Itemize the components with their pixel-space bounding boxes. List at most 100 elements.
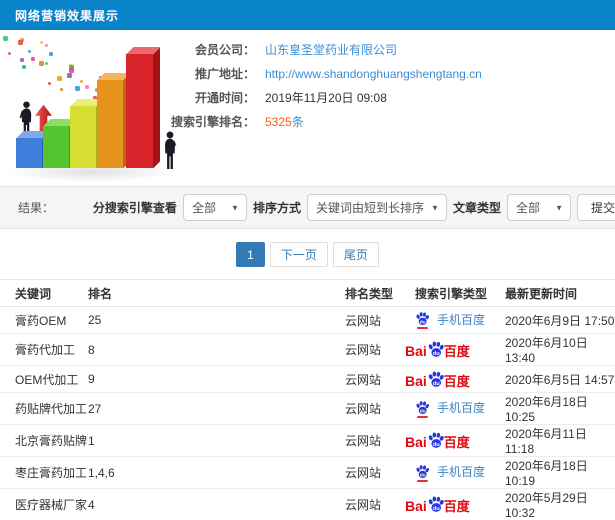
keyword-cell: 医疗器械厂家 [0, 488, 88, 520]
baidu-logo-cn: 百度 [443, 373, 470, 389]
confetti-dot [60, 87, 64, 91]
header-row: 关键词 排名 排名类型 搜索引擎类型 最新更新时间 [0, 279, 615, 307]
rank-cell[interactable]: 8 [88, 333, 345, 366]
engine-select[interactable]: 全部 ▼ [182, 194, 247, 221]
rank-type-cell: 云网站 [345, 392, 415, 425]
col-keyword: 关键词 [0, 279, 88, 307]
updated-cell: 2020年6月10日 13:40 [505, 333, 615, 366]
rank-cell[interactable]: 4 [88, 488, 345, 520]
article-type-select-value: 全部 [515, 201, 540, 215]
baidu-logo: Bai du 百度 [405, 340, 470, 358]
rank-cell[interactable]: 25 [88, 306, 345, 334]
keyword-cell: 药贴牌代加工 [0, 392, 88, 425]
confetti-dot [31, 56, 36, 61]
rank-cell[interactable]: 1 [88, 424, 345, 457]
engine-cell: du 手机百度 [415, 392, 505, 425]
confetti-dot [75, 86, 81, 92]
confetti-dot [85, 85, 90, 90]
results-table-header: 关键词 排名 排名类型 搜索引擎类型 最新更新时间 [0, 279, 615, 307]
rank-cell[interactable]: 27 [88, 392, 345, 425]
updated-cell: 2020年6月18日 10:25 [505, 392, 615, 425]
confetti-dot [18, 39, 24, 45]
baidu-logo-bai: Bai [405, 372, 427, 389]
col-updated: 最新更新时间 [505, 279, 615, 307]
baidu-paw-icon: du [428, 496, 444, 512]
info-row-rank-count: 搜索引擎排名： 5325 条 [167, 110, 615, 133]
info-section: 会员公司： 山东皇圣堂药业有限公司 推广地址： http://www.shand… [0, 30, 615, 186]
confetti-dot [48, 82, 52, 86]
open-time-label: 开通时间： [194, 91, 255, 105]
mobile-baidu-label: du 手机百度 [415, 399, 486, 418]
mobile-baidu-text: 手机百度 [437, 465, 486, 480]
mobile-baidu-label: du 手机百度 [415, 463, 486, 482]
baidu-paw-icon: du [428, 341, 444, 357]
engine-cell: Bai du 百度 [405, 424, 505, 457]
table-row: 膏药代加工 8 云网站 Bai du 百度 2020年6月10日 13:40 [0, 333, 615, 366]
rank-type-cell: 云网站 [345, 306, 415, 334]
pagination: 1 下一页 尾页 [0, 242, 615, 267]
mobile-baidu-underline [417, 415, 428, 418]
results-tbody: 膏药OEM 25 云网站 du 手机百度 2020年6月9日 17:50 膏药代加工 8 云网站… [0, 306, 615, 520]
company-link[interactable]: 山东皇圣堂药业有限公司 [265, 41, 397, 58]
rank-type-cell: 云网站 [345, 456, 415, 489]
sort-filter-label: 排序方式 [252, 201, 301, 215]
last-page-button[interactable]: 尾页 [332, 242, 379, 267]
baidu-logo: Bai du 百度 [405, 495, 470, 513]
mobile-baidu-label: du 手机百度 [415, 311, 485, 330]
keyword-cell: 枣庄膏药加工 [0, 456, 88, 489]
baidu-paw-icon: du [428, 432, 444, 448]
engine-cell: du 手机百度 [415, 306, 505, 334]
open-time-value: 2019年11月20日 09:08 [265, 91, 387, 105]
mobile-baidu-underline [417, 479, 428, 482]
baidu-logo-cn: 百度 [443, 344, 470, 359]
svg-text:du: du [432, 442, 440, 448]
svg-text:du: du [420, 472, 426, 478]
keyword-cell: 北京膏药贴牌 [0, 424, 88, 457]
table-row: OEM代加工 9 云网站 Bai du 百度 2020年6月5日 14:57 [0, 365, 615, 393]
confetti-dot [20, 58, 25, 63]
baidu-paw-icon: du [428, 371, 444, 386]
table-row: 膏药OEM 25 云网站 du 手机百度 2020年6月9日 17:50 [0, 306, 615, 334]
confetti-dot [66, 73, 72, 79]
svg-text:du: du [420, 408, 426, 414]
rank-cell[interactable]: 9 [88, 365, 345, 393]
sort-select[interactable]: 关键词由短到长排序 ▼ [306, 194, 447, 221]
baidu-logo-bai: Bai [405, 343, 427, 359]
engine-cell: Bai du 百度 [405, 333, 505, 366]
updated-cell: 2020年6月18日 10:19 [505, 456, 615, 489]
baidu-paw-icon: du [416, 401, 429, 414]
table-row: 医疗器械厂家 4 云网站 Bai du 百度 2020年5月29日 10:32 [0, 488, 615, 520]
updated-cell: 2020年6月9日 17:50 [505, 306, 615, 334]
submit-button[interactable]: 提交 [576, 194, 615, 221]
confetti-dot [40, 41, 44, 45]
page-1-button[interactable]: 1 [236, 242, 265, 267]
next-page-button[interactable]: 下一页 [269, 242, 328, 267]
mobile-baidu-text: 手机百度 [437, 401, 486, 416]
confetti-dot [8, 52, 11, 55]
orange-bar [97, 73, 130, 168]
rank-count-suffix[interactable]: 条 [292, 113, 304, 130]
table-row: 北京膏药贴牌 1 云网站 Bai du 百度 2020年6月11日 11:18 [0, 424, 615, 457]
mobile-baidu-underline [417, 327, 428, 330]
promo-url-link[interactable]: http://www.shandonghuangshengtang.cn [265, 67, 482, 81]
article-type-select[interactable]: 全部 ▼ [506, 194, 571, 221]
rank-count-label: 搜索引擎排名： [170, 115, 255, 129]
result-label: 结果： [18, 201, 55, 215]
engine-cell: du 手机百度 [415, 456, 505, 489]
title-bar: 网络营销效果展示 [0, 0, 615, 30]
sort-select-value: 关键词由短到长排序 [315, 201, 424, 215]
chevron-down-icon: ▼ [431, 203, 439, 212]
yellow-bar [70, 99, 103, 168]
confetti-dot [48, 52, 53, 57]
updated-cell: 2020年6月5日 14:57 [505, 365, 615, 393]
confetti-dot [21, 64, 26, 69]
chevron-down-icon: ▼ [555, 203, 563, 212]
filter-bar: 结果： 分搜索引擎查看 全部 ▼ 排序方式 关键词由短到长排序 ▼ 文章类型 全… [0, 186, 615, 229]
confetti-dot [69, 67, 75, 73]
keyword-cell: OEM代加工 [0, 365, 88, 393]
col-rank-type: 排名类型 [345, 279, 415, 307]
baidu-logo-cn: 百度 [443, 499, 470, 514]
rank-cell[interactable]: 1,4,6 [88, 456, 345, 489]
updated-cell: 2020年5月29日 10:32 [505, 488, 615, 520]
keyword-cell: 膏药OEM [0, 306, 88, 334]
